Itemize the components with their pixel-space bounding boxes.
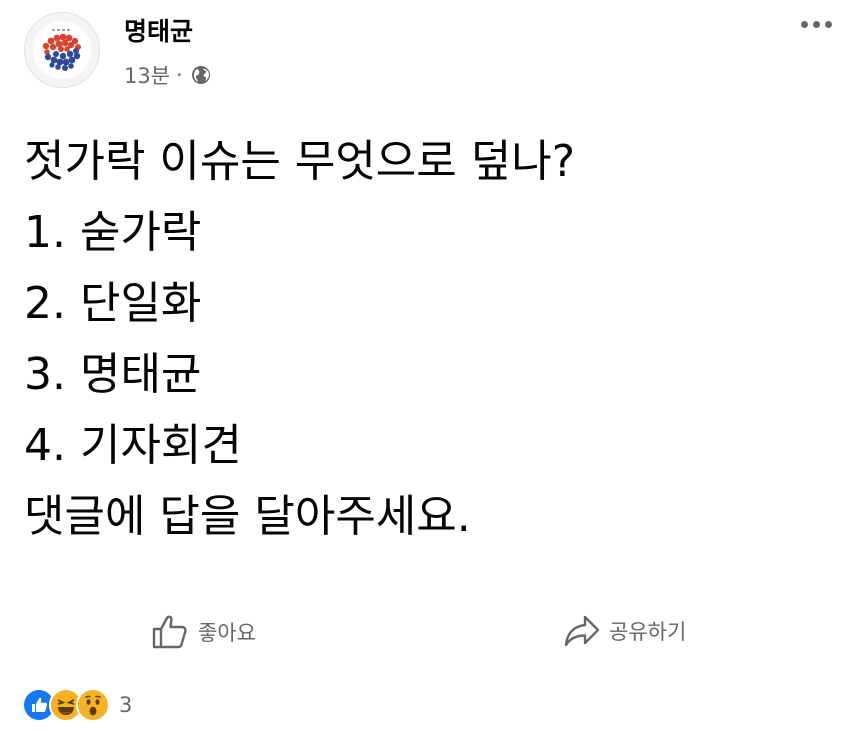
more-options-button[interactable]	[801, 21, 832, 28]
wow-icon	[76, 688, 110, 722]
post-time[interactable]: 13분	[124, 60, 170, 90]
more-dot	[813, 21, 820, 28]
post-line: 젓가락 이슈는 무엇으로 덮나?	[24, 136, 576, 187]
share-label: 공유하기	[609, 620, 687, 644]
meta-separator: ·	[176, 63, 183, 87]
author-name[interactable]: 명태균	[124, 12, 193, 48]
more-dot	[825, 21, 832, 28]
post-text: 젓가락 이슈는 무엇으로 덮나? 1. 숟가락 2. 단일화 3. 명태균 4.…	[24, 126, 824, 552]
avatar[interactable]	[24, 12, 100, 88]
post-line: 4. 기자회견	[24, 420, 242, 471]
post-line: 1. 숟가락	[24, 207, 202, 258]
like-button[interactable]: 좋아요	[150, 612, 256, 652]
share-button[interactable]: 공유하기	[563, 612, 686, 650]
share-arrow-icon	[564, 615, 600, 647]
globe-icon[interactable]	[191, 65, 211, 85]
like-label: 좋아요	[198, 621, 256, 645]
post-line: 2. 단일화	[24, 278, 202, 329]
reactions-summary[interactable]: 3	[22, 688, 132, 722]
thumbs-up-icon	[152, 615, 187, 649]
post-meta: 13분 ·	[124, 60, 211, 90]
post-line: 3. 명태균	[24, 349, 202, 400]
reaction-count: 3	[119, 693, 133, 717]
post-line: 댓글에 답을 달아주세요.	[24, 491, 471, 542]
profile-logo-icon	[33, 21, 91, 79]
more-dot	[801, 21, 808, 28]
